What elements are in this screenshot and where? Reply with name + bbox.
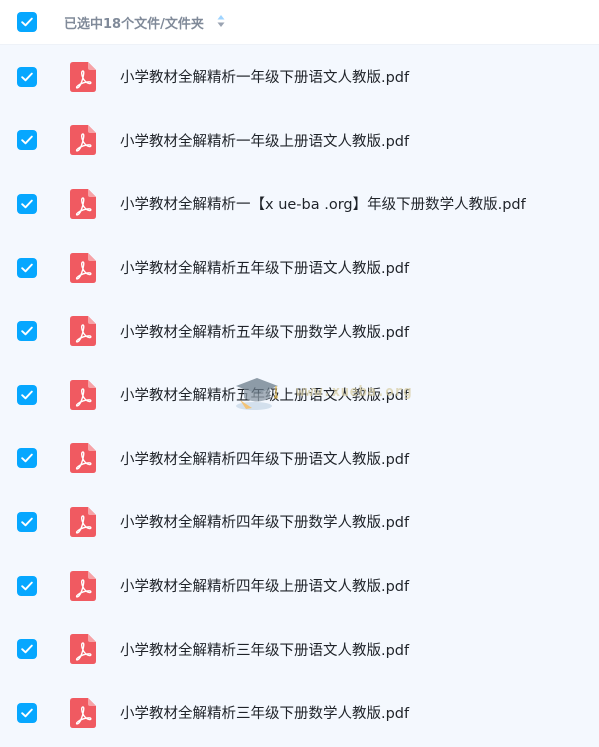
- pdf-file-icon: [70, 506, 96, 537]
- file-checkbox[interactable]: [17, 66, 37, 87]
- file-checkbox[interactable]: [17, 384, 37, 405]
- file-checkbox[interactable]: [17, 575, 37, 596]
- pdf-file-icon: [70, 252, 96, 283]
- checkmark-icon: [21, 199, 33, 209]
- checkmark-icon: [21, 581, 33, 590]
- pdf-file-icon: [70, 316, 96, 347]
- file-checkbox[interactable]: [17, 257, 37, 278]
- file-row[interactable]: 小学教材全解精析一【x ue-ba .org】年级下册数学人教版.pdf: [0, 172, 599, 236]
- checkmark-icon: [21, 17, 33, 27]
- pdf-file-icon: [70, 188, 96, 219]
- pdf-file-icon: [70, 61, 96, 92]
- sort-icon[interactable]: [216, 13, 226, 32]
- file-row[interactable]: 小学教材全解精析三年级下册语文人教版.pdf: [0, 617, 599, 681]
- file-checkbox[interactable]: [17, 321, 37, 342]
- file-row[interactable]: 小学教材全解精析四年级下册数学人教版.pdf: [0, 490, 599, 554]
- checkmark-icon: [21, 454, 33, 463]
- checkmark-icon: [21, 644, 33, 654]
- checkmark-icon: [21, 72, 33, 82]
- file-checkbox[interactable]: [17, 193, 37, 214]
- file-name: 小学教材全解精析四年级下册数学人教版.pdf: [120, 515, 410, 532]
- checkmark-icon: [21, 517, 33, 527]
- file-checkbox[interactable]: [17, 130, 37, 151]
- file-name: 小学教材全解精析一【x ue-ba .org】年级下册数学人教版.pdf: [120, 197, 526, 214]
- file-row[interactable]: 小学教材全解精析五年级下册数学人教版.pdf: [0, 299, 599, 363]
- file-checkbox[interactable]: [17, 702, 37, 723]
- file-name: 小学教材全解精析五年级下册语文人教版.pdf: [120, 261, 410, 278]
- selection-header: 已选中18个文件/文件夹: [0, 0, 599, 45]
- pdf-file-icon: [70, 634, 96, 665]
- checkmark-icon: [21, 390, 33, 400]
- checkmark-icon: [21, 263, 33, 272]
- file-checkbox[interactable]: [17, 511, 37, 532]
- pdf-file-icon: [70, 570, 96, 601]
- file-row[interactable]: 小学教材全解精析一年级下册语文人教版.pdf: [0, 45, 599, 109]
- file-name: 小学教材全解精析三年级下册数学人教版.pdf: [120, 706, 410, 723]
- file-name: 小学教材全解精析一年级下册语文人教版.pdf: [120, 70, 410, 87]
- pdf-file-icon: [70, 697, 96, 728]
- file-checkbox[interactable]: [17, 448, 37, 469]
- file-row[interactable]: 小学教材全解精析五年级下册语文人教版.pdf: [0, 236, 599, 300]
- file-name: 小学教材全解精析四年级下册语文人教版.pdf: [120, 451, 410, 468]
- pdf-file-icon: [70, 443, 96, 474]
- file-row[interactable]: 小学教材全解精析五年级上册语文人教版.pdf: [0, 363, 599, 427]
- file-name: 小学教材全解精析三年级下册语文人教版.pdf: [120, 642, 410, 659]
- file-list: 小学教材全解精析一年级下册语文人教版.pdf 小学教材全解精析一年级上册语文人教…: [0, 45, 599, 745]
- file-row[interactable]: 小学教材全解精析四年级上册语文人教版.pdf: [0, 554, 599, 618]
- file-selection-page: 已选中18个文件/文件夹 小学教材全解精析一年级下册语文人教版.pdf 小学教材…: [0, 0, 599, 747]
- pdf-file-icon: [70, 125, 96, 156]
- file-name: 小学教材全解精析五年级上册语文人教版.pdf: [120, 388, 410, 405]
- file-name: 小学教材全解精析五年级下册数学人教版.pdf: [120, 324, 410, 341]
- file-row[interactable]: 小学教材全解精析四年级下册语文人教版.pdf: [0, 427, 599, 491]
- checkmark-icon: [21, 708, 33, 717]
- checkmark-icon: [21, 136, 33, 145]
- select-all-checkbox[interactable]: [17, 12, 37, 32]
- file-name: 小学教材全解精析四年级上册语文人教版.pdf: [120, 579, 410, 596]
- file-row[interactable]: 小学教材全解精析一年级上册语文人教版.pdf: [0, 109, 599, 173]
- selection-count-text: 已选中18个文件/文件夹: [64, 16, 204, 32]
- file-name: 小学教材全解精析一年级上册语文人教版.pdf: [120, 133, 410, 150]
- pdf-file-icon: [70, 379, 96, 410]
- checkmark-icon: [21, 326, 33, 336]
- file-row[interactable]: 小学教材全解精析三年级下册数学人教版.pdf: [0, 681, 599, 745]
- file-checkbox[interactable]: [17, 639, 37, 660]
